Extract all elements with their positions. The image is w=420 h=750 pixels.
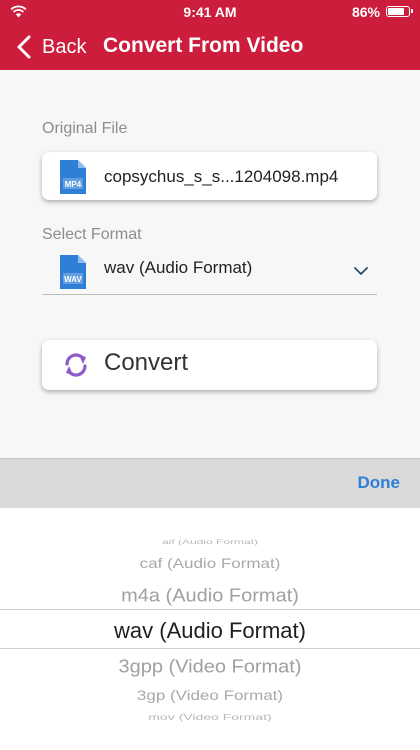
svg-text:WAV: WAV	[64, 275, 82, 284]
format-select[interactable]: WAV wav (Audio Format)	[42, 248, 377, 295]
wav-file-icon: WAV	[58, 254, 88, 290]
mp4-file-icon: MP4	[58, 159, 88, 195]
picker-item[interactable]: m4a (Audio Format)	[0, 584, 420, 608]
convert-button-label: Convert	[104, 349, 189, 376]
picker-item[interactable]: mov (Video Format)	[0, 711, 420, 722]
back-button[interactable]: Back	[16, 33, 86, 61]
picker-item-selected[interactable]: wav (Audio Format)	[0, 617, 420, 645]
done-button[interactable]: Done	[358, 473, 401, 493]
format-picker-wheel[interactable]: aif (Audio Format) caf (Audio Format) m4a …	[0, 508, 420, 750]
picker-item[interactable]: caf (Audio Format)	[0, 555, 420, 573]
select-format-label: Select Format	[42, 226, 142, 243]
convert-refresh-icon	[62, 351, 90, 379]
back-label: Back	[42, 35, 87, 58]
original-file-field[interactable]: MP4 copsychus_s_s...1204098.mp4	[42, 152, 377, 200]
svg-text:MP4: MP4	[65, 180, 82, 189]
status-bar: 9:41 AM 86%	[0, 0, 420, 24]
navigation-bar: Back Convert From Video	[0, 24, 420, 70]
original-file-label: Original File	[42, 120, 128, 137]
picker-toolbar: Done	[0, 458, 420, 508]
battery-percentage: 86%	[351, 4, 380, 20]
converter-form: Original File MP4 copsychus_s_s...120409…	[0, 70, 420, 458]
original-file-name: copsychus_s_s...1204098.mp4	[104, 167, 339, 186]
picker-item[interactable]: aif (Audio Format)	[0, 538, 420, 547]
picker-item[interactable]: 3gp (Video Format)	[0, 687, 420, 705]
chevron-left-icon	[16, 33, 38, 61]
page-title: Convert From Video	[103, 34, 304, 57]
selected-format-value: wav (Audio Format)	[104, 258, 253, 277]
battery-icon	[386, 6, 413, 17]
picker-item[interactable]: 3gpp (Video Format)	[0, 655, 420, 679]
chevron-down-icon	[353, 263, 369, 281]
convert-button[interactable]: Convert	[42, 340, 377, 390]
